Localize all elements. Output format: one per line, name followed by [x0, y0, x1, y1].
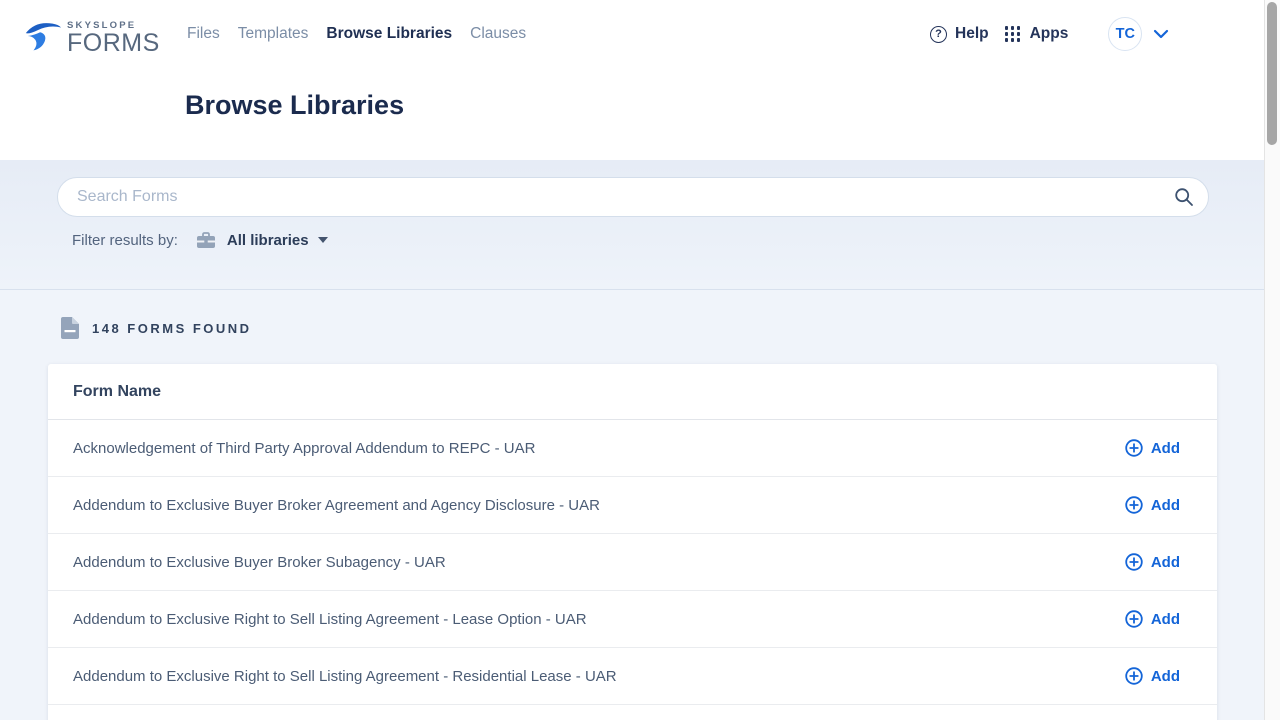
plus-circle-icon	[1125, 496, 1143, 514]
add-form-button[interactable]: Add	[1125, 439, 1180, 457]
nav-item-files[interactable]: Files	[187, 25, 220, 43]
help-button[interactable]: Help	[955, 25, 989, 43]
form-name: Addendum to Exclusive Buyer Broker Agree…	[73, 497, 600, 514]
main-nav: Files Templates Browse Libraries Clauses	[187, 0, 526, 68]
add-button-label: Add	[1151, 440, 1180, 457]
form-name: Addendum to Exclusive Right to Sell List…	[73, 668, 617, 685]
plus-circle-icon	[1125, 667, 1143, 685]
add-form-button[interactable]: Add	[1125, 496, 1180, 514]
app-window: SKYSLOPE FORMS Files Templates Browse Li…	[0, 0, 1264, 720]
page-scrollbar[interactable]	[1264, 0, 1280, 720]
results-count-row: 148 FORMS FOUND	[61, 317, 252, 339]
brand-forms: FORMS	[67, 31, 160, 56]
page-title: Browse Libraries	[185, 90, 404, 121]
table-row: Addendum to Exclusive Right to Sell List…	[48, 648, 1217, 705]
brand-text: SKYSLOPE FORMS	[67, 20, 160, 56]
search-icon[interactable]	[1174, 187, 1194, 207]
form-name-column-header: Form Name	[48, 364, 1217, 420]
add-button-label: Add	[1151, 611, 1180, 628]
table-row: Addendum to Exclusive Buyer Broker Subag…	[48, 534, 1217, 591]
skyslope-forms-logo[interactable]: SKYSLOPE FORMS	[22, 16, 160, 58]
user-avatar[interactable]: TC	[1108, 17, 1142, 51]
skyslope-swoosh-icon	[22, 16, 64, 58]
form-name: Addendum to Exclusive Right to Sell List…	[73, 611, 587, 628]
header-actions: ? Help Apps TC	[930, 0, 1169, 68]
filter-caret-down-icon[interactable]	[318, 237, 328, 243]
forms-table-card: Form Name Acknowledgement of Third Party…	[48, 364, 1217, 720]
briefcase-icon	[196, 232, 216, 249]
form-name: Addendum to Exclusive Buyer Broker Subag…	[73, 554, 446, 571]
add-button-label: Add	[1151, 668, 1180, 685]
search-input[interactable]	[57, 177, 1209, 217]
scrollbar-thumb[interactable]	[1267, 2, 1277, 145]
nav-item-templates[interactable]: Templates	[238, 25, 309, 43]
apps-button[interactable]: Apps	[1030, 25, 1069, 43]
document-icon	[61, 317, 79, 339]
filter-label: Filter results by:	[72, 232, 178, 249]
help-icon[interactable]: ?	[930, 26, 947, 43]
plus-circle-icon	[1125, 610, 1143, 628]
table-row: Acknowledgement of Third Party Approval …	[48, 420, 1217, 477]
plus-circle-icon	[1125, 439, 1143, 457]
app-header: SKYSLOPE FORMS Files Templates Browse Li…	[0, 0, 1264, 160]
nav-item-clauses[interactable]: Clauses	[470, 25, 526, 43]
search-bar	[57, 177, 1209, 217]
add-button-label: Add	[1151, 554, 1180, 571]
apps-grid-icon[interactable]	[1005, 26, 1021, 42]
forms-found-count: 148 FORMS FOUND	[92, 321, 252, 336]
add-form-button[interactable]: Add	[1125, 610, 1180, 628]
table-row: Addendum to Exclusive Buyer Broker Agree…	[48, 477, 1217, 534]
forms-table-body: Acknowledgement of Third Party Approval …	[48, 420, 1217, 705]
table-row: Addendum to Exclusive Right to Sell List…	[48, 591, 1217, 648]
nav-item-browse-libraries[interactable]: Browse Libraries	[326, 25, 452, 43]
add-form-button[interactable]: Add	[1125, 553, 1180, 571]
plus-circle-icon	[1125, 553, 1143, 571]
account-menu-chevron-down-icon[interactable]	[1153, 29, 1169, 39]
search-section: Filter results by: All libraries	[0, 160, 1264, 290]
library-filter-dropdown[interactable]: All libraries	[227, 232, 309, 249]
filter-row: Filter results by: All libraries	[72, 229, 328, 251]
form-name: Acknowledgement of Third Party Approval …	[73, 440, 535, 457]
add-button-label: Add	[1151, 497, 1180, 514]
add-form-button[interactable]: Add	[1125, 667, 1180, 685]
